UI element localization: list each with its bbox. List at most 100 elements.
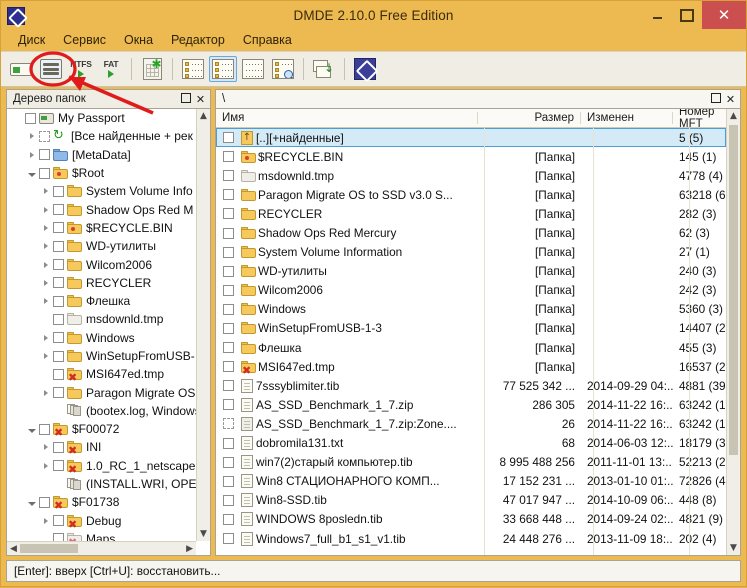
partitions-button[interactable] [37, 56, 65, 82]
new-document-button[interactable]: ✱ [138, 56, 166, 82]
row-checkbox[interactable] [223, 322, 234, 334]
float-panel-button[interactable] [178, 93, 193, 106]
row-checkbox[interactable] [223, 265, 234, 277]
tree-node[interactable]: ✖ INI [7, 438, 196, 456]
tree-node[interactable]: (INSTALL.WRI, OPERA. [7, 475, 196, 493]
expand-arrow-icon[interactable] [39, 444, 53, 451]
row-checkbox[interactable] [53, 277, 64, 289]
table-row[interactable]: Win8 СТАЦИОНАРНОГО КОМП... 17 152 231 ...… [216, 472, 726, 491]
physical-drive-button[interactable] [7, 56, 35, 82]
tree-node[interactable]: (bootex.log, Windows7 [7, 402, 196, 420]
row-checkbox[interactable] [39, 167, 50, 179]
tree-node[interactable]: $Root [7, 164, 196, 182]
menu-item-disk[interactable]: Диск [9, 32, 54, 48]
collapse-arrow-icon[interactable] [25, 426, 39, 433]
table-row[interactable]: Win8-SSD.tib 47 017 947 ... 2014-10-09 06:… [216, 491, 726, 510]
scroll-down-icon[interactable]: ▼ [200, 527, 207, 541]
row-checkbox[interactable] [223, 208, 234, 220]
scroll-up-icon[interactable]: ▲ [730, 109, 737, 123]
menu-item-editor[interactable]: Редактор [162, 32, 234, 48]
row-checkbox[interactable] [53, 259, 64, 271]
tree-node[interactable]: msdownld.tmp [7, 310, 196, 328]
expand-arrow-icon[interactable] [39, 261, 53, 268]
scroll-up-icon[interactable]: ▲ [200, 109, 207, 123]
tree-node[interactable]: WinSetupFromUSB- [7, 347, 196, 365]
folder-tree-list[interactable]: My Passport ↻ [Все найденные + рек [MetaDat… [7, 109, 196, 541]
table-row[interactable]: Wilcom2006 [Папка] 242 (3) [216, 281, 726, 300]
tree-vertical-scrollbar[interactable]: ▲ ▼ [196, 109, 210, 541]
tree-node[interactable]: System Volume Info [7, 182, 196, 200]
row-checkbox[interactable] [53, 295, 64, 307]
tree-node[interactable]: ✖ $F01738 [7, 493, 196, 511]
close-panel-button[interactable]: ✕ [193, 93, 208, 106]
table-row[interactable]: 7sssyblimiter.tib 77 525 342 ... 2014-09-2… [216, 376, 726, 395]
tree-node[interactable]: ✖ Maps [7, 530, 196, 541]
row-checkbox[interactable] [223, 170, 234, 182]
expand-arrow-icon[interactable] [25, 151, 39, 158]
table-row[interactable]: AS_SSD_Benchmark_1_7.zip:Zone.... 26 2014-… [216, 414, 726, 433]
table-row[interactable]: $RECYCLE.BIN [Папка] 145 (1) [216, 147, 726, 166]
list-view-button[interactable] [209, 56, 237, 82]
tree-node[interactable]: Paragon Migrate OS [7, 383, 196, 401]
row-checkbox[interactable] [223, 456, 234, 468]
ntfs-button[interactable]: NTFS [67, 56, 95, 82]
row-checkbox[interactable] [223, 303, 234, 315]
expand-arrow-icon[interactable] [39, 188, 53, 195]
row-checkbox[interactable] [53, 185, 64, 197]
row-checkbox[interactable] [53, 350, 64, 362]
row-checkbox[interactable] [223, 533, 234, 545]
column-header-size[interactable]: Размер [478, 112, 581, 124]
expand-arrow-icon[interactable] [25, 133, 39, 140]
table-row[interactable]: System Volume Information [Папка] 27 (1) [216, 243, 726, 262]
row-checkbox[interactable] [223, 494, 234, 506]
scroll-thumb[interactable] [20, 544, 78, 553]
row-checkbox[interactable] [53, 313, 64, 325]
table-row[interactable]: Флешка [Папка] 455 (3) [216, 338, 726, 357]
row-checkbox[interactable] [223, 475, 234, 487]
tree-node[interactable]: Wilcom2006 [7, 255, 196, 273]
tree-node[interactable]: My Passport [7, 109, 196, 127]
tree-node[interactable]: WD-утилиты [7, 237, 196, 255]
tree-view-button[interactable] [179, 56, 207, 82]
row-checkbox[interactable] [223, 246, 234, 258]
scroll-right-icon[interactable]: ▶ [183, 544, 196, 554]
collapse-arrow-icon[interactable] [25, 499, 39, 506]
row-checkbox[interactable] [223, 418, 234, 430]
expand-arrow-icon[interactable] [39, 389, 53, 396]
expand-arrow-icon[interactable] [39, 206, 53, 213]
expand-arrow-icon[interactable] [39, 353, 53, 359]
row-checkbox[interactable] [53, 240, 64, 252]
column-header-mft[interactable]: Номер MFT [673, 109, 726, 130]
tree-node[interactable]: ✖ Debug [7, 512, 196, 530]
expand-arrow-icon[interactable] [39, 334, 53, 341]
row-checkbox[interactable] [53, 387, 64, 399]
table-row[interactable]: Paragon Migrate OS to SSD v3.0 S... [Папк… [216, 185, 726, 204]
table-row[interactable]: win7(2)старый компьютер.tib 8 995 488 256… [216, 453, 726, 472]
row-checkbox[interactable] [53, 460, 64, 472]
row-checkbox[interactable] [223, 361, 234, 373]
table-row[interactable]: WINDOWS 8posledn.tib 33 668 448 ... 2014-0… [216, 510, 726, 529]
row-checkbox[interactable] [53, 441, 64, 453]
table-row[interactable]: WinSetupFromUSB-1-3 [Папка] 14407 (2) [216, 319, 726, 338]
tree-node[interactable]: Флешка [7, 292, 196, 310]
row-checkbox[interactable] [53, 222, 64, 234]
scroll-left-icon[interactable]: ◀ [7, 544, 20, 554]
row-checkbox[interactable] [223, 189, 234, 201]
close-panel-button[interactable]: ✕ [723, 93, 738, 106]
row-checkbox[interactable] [39, 130, 50, 142]
expand-arrow-icon[interactable] [39, 224, 53, 231]
expand-arrow-icon[interactable] [39, 279, 53, 286]
row-checkbox[interactable] [223, 284, 234, 296]
expand-arrow-icon[interactable] [39, 462, 53, 469]
scroll-down-icon[interactable]: ▼ [730, 541, 737, 555]
row-checkbox[interactable] [39, 423, 50, 435]
table-row[interactable]: RECYCLER [Папка] 282 (3) [216, 204, 726, 223]
table-row[interactable]: ✖MSI647ed.tmp [Папка] 16537 (25) [216, 357, 726, 376]
table-row[interactable]: AS_SSD_Benchmark_1_7.zip 286 305 2014-11-2… [216, 395, 726, 414]
tree-node[interactable]: Shadow Ops Red M [7, 200, 196, 218]
table-row[interactable]: Windows7_full_b1_s1_v1.tib 24 448 276 ...… [216, 529, 726, 548]
fat-button[interactable]: FAT [97, 56, 125, 82]
row-checkbox[interactable] [223, 399, 234, 411]
collapse-arrow-icon[interactable] [25, 170, 39, 177]
menu-item-help[interactable]: Справка [234, 32, 301, 48]
